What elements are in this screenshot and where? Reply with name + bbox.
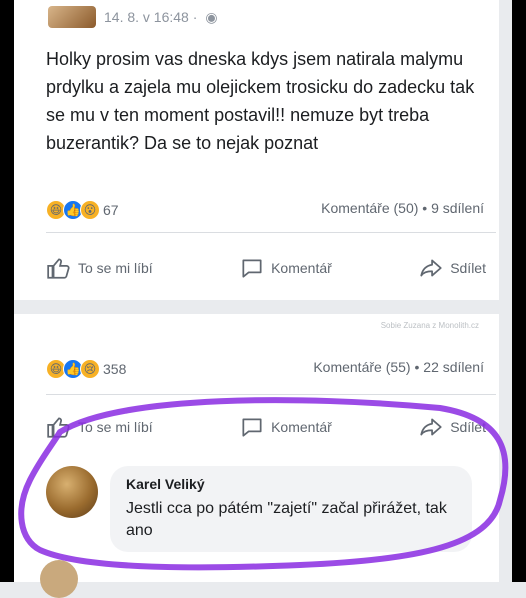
like-label: To se mi líbí [78,260,153,276]
reaction-summary[interactable]: 😆 👍 😢 358 [46,359,126,379]
share-icon [420,418,442,436]
wow-reaction-icon: 😮 [80,200,100,220]
share-label: Sdílet [450,260,486,276]
comment-label: Komentář [271,419,332,435]
comments-share-count[interactable]: Komentáře (50) • 9 sdílení [321,200,484,216]
like-button[interactable]: To se mi líbí [46,414,153,440]
commenter-avatar[interactable] [46,466,98,518]
reaction-count: 67 [103,202,119,218]
post-timestamp[interactable]: 14. 8. v 16:48 · [104,9,197,25]
thumbs-up-icon [47,417,70,438]
comment-icon [242,418,262,437]
thumbs-up-icon [47,258,70,279]
post-actions: To se mi líbí Komentář Sdílet [46,414,486,440]
comment-text: Jestli cca po pátém "zajetí" začal přirá… [126,500,447,539]
like-label: To se mi líbí [78,419,153,435]
share-label: Sdílet [450,419,486,435]
reaction-count: 358 [103,361,127,377]
right-black-border [512,0,526,582]
sad-reaction-icon: 😢 [80,359,100,379]
comment-author[interactable]: Karel Veliký [126,476,456,492]
divider [46,232,496,233]
comment: Karel Veliký Jestli cca po pátém "zajetí… [46,466,472,552]
comment-bubble: Karel Veliký Jestli cca po pátém "zajetí… [110,466,472,552]
author-avatar[interactable] [48,6,96,28]
post-actions: To se mi líbí Komentář Sdílet [46,255,486,281]
reaction-summary[interactable]: 😆 👍 😮 67 [46,200,119,220]
watermark: Sobie Zuzana z Monolith.cz [380,321,479,330]
share-icon [420,259,442,277]
comment-button[interactable]: Komentář [239,255,332,281]
comment-button[interactable]: Komentář [239,414,332,440]
share-button[interactable]: Sdílet [418,414,486,440]
post-meta: 14. 8. v 16:48 · ◉ [48,6,218,28]
globe-icon: ◉ [205,8,218,25]
next-commenter-avatar[interactable] [40,560,78,598]
post-2: Sobie Zuzana z Monolith.cz 😆 👍 😢 358 Kom… [14,314,499,582]
comments-share-count[interactable]: Komentáře (55) • 22 sdílení [313,359,484,375]
like-button[interactable]: To se mi líbí [46,255,153,281]
left-black-border [0,0,14,582]
comment-label: Komentář [271,260,332,276]
post-text: Holky prosim vas dneska kdys jsem natira… [46,49,475,153]
comment-icon [242,259,262,278]
share-button[interactable]: Sdílet [418,255,486,281]
divider [46,394,496,395]
post-1: 14. 8. v 16:48 · ◉ Holky prosim vas dnes… [14,0,499,300]
